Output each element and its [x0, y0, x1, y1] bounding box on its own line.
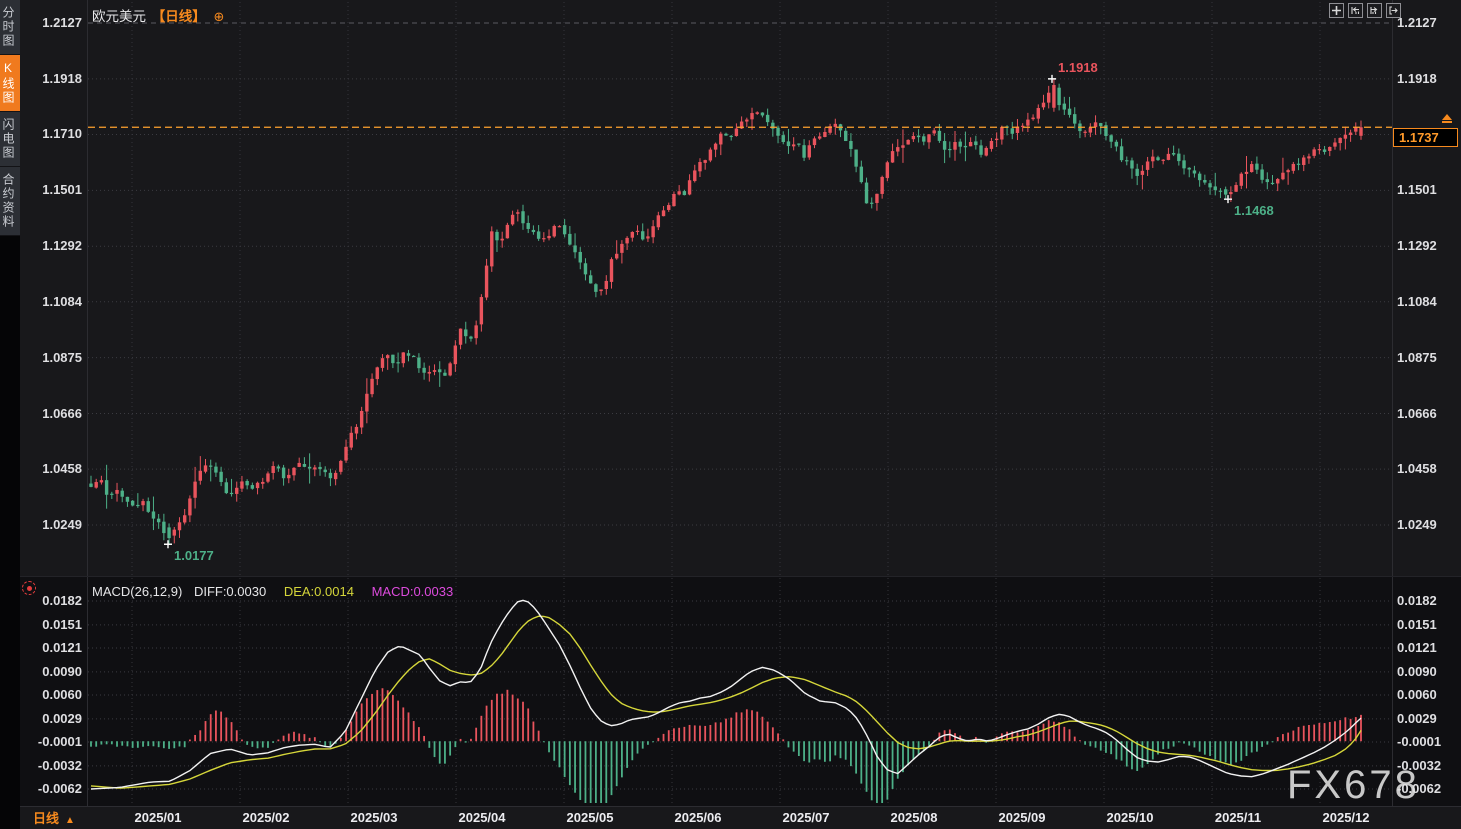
price-axis-tick-right: 1.1918 [1397, 71, 1437, 87]
price-annotation-high: 1.1918 [1058, 60, 1098, 75]
sidebar-tab-candlestick[interactable]: K线图 [0, 55, 20, 112]
macd-header: MACD(26,12,9) DIFF:0.0030 DEA:0.0014 MAC… [92, 584, 453, 599]
macd-axis-tick-left: 0.0121 [20, 640, 82, 656]
time-axis-label: 2025/03 [351, 810, 398, 825]
price-annotation-low: 1.1468 [1234, 203, 1274, 218]
price-axis-tick-right: 1.0458 [1397, 461, 1437, 477]
price-annotation-low: 1.0177 [174, 548, 214, 563]
sidebar: 分时图 K线图 闪电图 合约资料 [0, 0, 20, 829]
macd-axis-tick-left: 0.0029 [20, 711, 82, 727]
macd-axis-tick-right: 0.0151 [1397, 617, 1437, 633]
price-axis-tick-right: 1.1084 [1397, 294, 1437, 310]
time-axis-label: 2025/02 [243, 810, 290, 825]
price-axis-tick-right: 1.1292 [1397, 238, 1437, 254]
price-axis-tick-left: 1.1084 [20, 294, 82, 310]
price-axis-tick-left: 1.1501 [20, 182, 82, 198]
macd-axis-tick-right: 0.0060 [1397, 687, 1437, 703]
macd-axis-tick-right: 0.0090 [1397, 664, 1437, 680]
macd-axis-tick-left: 0.0090 [20, 664, 82, 680]
chart-title: 欧元美元 【日线】 ⊕ [92, 5, 224, 25]
time-axis-label: 2025/12 [1323, 810, 1370, 825]
scroll-to-start-icon[interactable] [1348, 3, 1363, 18]
chart-canvas[interactable] [0, 0, 1461, 829]
time-axis-label: 2025/08 [891, 810, 938, 825]
macd-axis-tick-left: -0.0062 [20, 781, 82, 797]
scroll-to-end-icon[interactable] [1367, 3, 1382, 18]
triangle-up-icon: ▲ [65, 815, 75, 826]
macd-name: MACD(26,12,9) [92, 584, 182, 599]
time-axis-label: 2025/09 [999, 810, 1046, 825]
time-axis-label: 2025/01 [135, 810, 182, 825]
pan-move-icon[interactable] [1329, 3, 1344, 18]
price-axis-tick-left: 1.0666 [20, 406, 82, 422]
macd-dea-value: DEA:0.0014 [284, 584, 354, 599]
sidebar-tab-timeshare[interactable]: 分时图 [0, 0, 20, 55]
macd-axis-tick-left: -0.0001 [20, 734, 82, 750]
macd-axis-tick-right: 0.0182 [1397, 593, 1437, 609]
macd-axis-tick-right: 0.0121 [1397, 640, 1437, 656]
time-axis-label: 2025/06 [675, 810, 722, 825]
chart-settings-icon[interactable]: ⊕ [214, 9, 225, 24]
price-axis-tick-left: 1.0249 [20, 517, 82, 533]
period-selector[interactable]: 日线 ▲ [33, 808, 75, 827]
price-axis-tick-right: 1.0249 [1397, 517, 1437, 533]
macd-axis-tick-right: -0.0001 [1397, 734, 1441, 750]
macd-axis-tick-left: 0.0182 [20, 593, 82, 609]
time-axis-label: 2025/11 [1215, 810, 1261, 825]
sidebar-tab-lightning[interactable]: 闪电图 [0, 112, 20, 167]
period-tag: 【日线】 [152, 9, 206, 24]
price-axis-tick-right: 1.2127 [1397, 15, 1437, 31]
time-axis-label: 2025/04 [459, 810, 506, 825]
price-axis-tick-right: 1.1501 [1397, 182, 1437, 198]
time-axis-label: 2025/10 [1107, 810, 1154, 825]
macd-axis-tick-left: -0.0032 [20, 758, 82, 774]
price-axis-tick-left: 1.0458 [20, 461, 82, 477]
price-axis-tick-left: 1.2127 [20, 15, 82, 31]
price-axis-tick-left: 1.1292 [20, 238, 82, 254]
macd-diff-value: DIFF:0.0030 [194, 584, 266, 599]
chart-toolbar [1329, 3, 1401, 18]
macd-axis-tick-left: 0.0151 [20, 617, 82, 633]
price-axis-tick-right: 1.0875 [1397, 350, 1437, 366]
period-label: 日线 [33, 811, 59, 826]
price-axis-tick-right: 1.0666 [1397, 406, 1437, 422]
time-axis-label: 2025/07 [783, 810, 830, 825]
indicator-settings-icon[interactable] [22, 581, 36, 595]
current-price-tag: 1.1737 [1393, 128, 1458, 147]
macd-macd-value: MACD:0.0033 [372, 584, 454, 599]
watermark: FX678 [1287, 763, 1420, 808]
price-marker-icon [1441, 114, 1453, 123]
price-axis-tick-left: 1.0875 [20, 350, 82, 366]
time-axis-label: 2025/05 [567, 810, 614, 825]
price-axis-tick-left: 1.1710 [20, 126, 82, 142]
jump-to-latest-icon[interactable] [1386, 3, 1401, 18]
macd-axis-tick-right: 0.0029 [1397, 711, 1437, 727]
symbol-name: 欧元美元 [92, 9, 146, 24]
sidebar-tab-contract-info[interactable]: 合约资料 [0, 167, 20, 236]
macd-axis-tick-left: 0.0060 [20, 687, 82, 703]
price-axis-tick-left: 1.1918 [20, 71, 82, 87]
